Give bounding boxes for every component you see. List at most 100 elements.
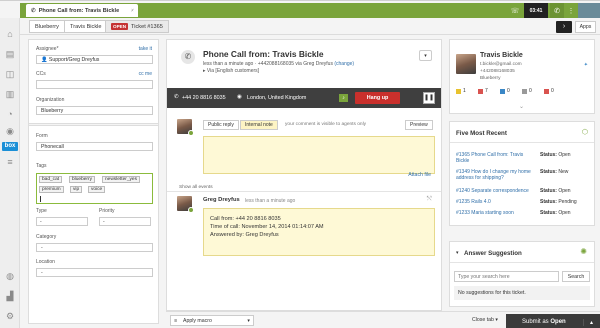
organization-field[interactable]: Blueberry xyxy=(36,106,153,115)
location-label: Location xyxy=(36,259,55,265)
public-reply-tab[interactable]: Public reply xyxy=(203,120,239,130)
ccs-field[interactable] xyxy=(36,80,153,89)
crumb-user[interactable]: Travis Bickle xyxy=(64,20,108,33)
close-tab-select[interactable]: Close tab ▾ xyxy=(472,315,498,326)
recent-ticket-link[interactable]: #1233 Maria starting soon xyxy=(456,210,534,216)
apps-grid-icon[interactable]: ⋮ xyxy=(564,3,578,18)
assignee-field[interactable]: 👤 Support/Greg Dreyfus xyxy=(36,55,153,64)
tag[interactable]: bad_cat xyxy=(39,176,63,183)
ticket-via-text: Via [English customers] xyxy=(206,68,260,74)
macro-icon: ≡ xyxy=(174,318,178,324)
stat-count: 7 xyxy=(485,88,488,94)
hang-up-button[interactable]: Hang up xyxy=(355,92,400,104)
reports-icon[interactable]: ◔ xyxy=(4,108,16,120)
comment-time: less than a minute ago xyxy=(245,198,296,204)
priority-select[interactable]: - xyxy=(99,217,151,226)
settings-icon[interactable]: ⚙ xyxy=(4,310,16,322)
ticket-options-button[interactable]: ▾ xyxy=(419,50,432,61)
form-select[interactable]: Phonecall xyxy=(36,142,153,151)
crumb-ticket-label: Ticket #1365 xyxy=(131,23,163,30)
phone-call-icon: ✆ xyxy=(181,50,195,64)
ticket-via: ▸ Via [English customers] xyxy=(203,68,259,74)
user-icon: 👤 xyxy=(41,57,49,63)
show-all-events-link[interactable]: Show all events xyxy=(179,185,213,190)
home-icon[interactable]: ⌂ xyxy=(4,28,16,40)
chevron-down-icon[interactable]: ⌄ xyxy=(519,103,524,110)
take-it-link[interactable]: take it xyxy=(139,46,152,52)
phone-status-icon[interactable]: ☏ xyxy=(508,3,522,18)
user-card: Travis Bickle t.bickle@gmail.com +442088… xyxy=(449,39,595,114)
mute-button[interactable]: ♪ xyxy=(339,94,348,102)
next-arrow-button[interactable]: › xyxy=(556,21,572,33)
search-button[interactable]: Search xyxy=(562,271,590,282)
divider xyxy=(167,191,441,192)
reporting-icon[interactable]: ▥ xyxy=(4,88,16,100)
box-app-icon[interactable]: box xyxy=(2,142,18,151)
stat-pending: 0 xyxy=(500,88,510,94)
chevron-down-icon: ▾ xyxy=(247,318,250,324)
stat-swatch xyxy=(544,88,549,94)
lightbulb-icon: ✺ xyxy=(580,247,587,256)
tag[interactable]: voice xyxy=(88,186,106,193)
collapse-icon[interactable]: ▾ xyxy=(456,250,459,256)
globe-icon[interactable]: ◍ xyxy=(4,270,16,282)
phone-icon-active[interactable]: ✆ xyxy=(550,3,564,18)
recent-ticket-link[interactable]: #1349 How do I change my home address fo… xyxy=(456,169,534,181)
type-select[interactable]: - xyxy=(36,217,88,226)
recent-ticket-link[interactable]: #1235 Rails 4.0 xyxy=(456,199,534,205)
empty-suggestions: No suggestions for this ticket. xyxy=(454,286,590,300)
tag-cursor xyxy=(40,196,41,202)
tag[interactable]: blueberry xyxy=(69,176,95,183)
status-value: Open xyxy=(558,188,571,194)
call-bar: ✆ +44 20 8816 8035 ◉ London, United King… xyxy=(167,88,441,108)
app-frame: ⌂ ▤ ◫ ▥ ◔ ◉ box ≡ ◍ ▟ ⚙ ✆ Phone Call fro… xyxy=(0,0,600,328)
tag[interactable]: newsletter_yes xyxy=(102,176,140,183)
change-link[interactable]: (change) xyxy=(334,61,354,67)
location-icon: ◉ xyxy=(237,94,242,100)
category-select[interactable]: - xyxy=(36,243,153,252)
submit-button[interactable]: Submit as Open ▴ xyxy=(506,314,600,328)
answer-search-input[interactable] xyxy=(454,271,559,282)
recent-ticket-link[interactable]: #1365 Phone Call from: Travis Bickle xyxy=(456,152,534,164)
recent-ticket-link[interactable]: #1240 Separate correspondence xyxy=(456,188,534,194)
merge-icon[interactable]: ⤲ xyxy=(427,196,432,203)
comment-textarea[interactable] xyxy=(203,136,435,174)
requester-org: Blueberry xyxy=(480,76,501,81)
crumb-organization[interactable]: Blueberry xyxy=(29,20,65,33)
preview-button[interactable]: Preview xyxy=(405,120,433,130)
stat-count: 0 xyxy=(507,88,510,94)
add-button[interactable]: + add xyxy=(116,6,142,15)
chat-icon[interactable]: ◉ xyxy=(4,125,16,137)
recent-ticket-status: Status: Open xyxy=(540,152,592,158)
apply-macro-select[interactable]: ≡ Apply macro ▾ xyxy=(170,315,254,326)
attach-file-link[interactable]: Attach file xyxy=(408,172,431,178)
tags-input[interactable]: bad_cat blueberry newsletter_yes premium… xyxy=(36,173,153,204)
recent-ticket-status: Status: New xyxy=(540,169,592,175)
status-label: Status: xyxy=(540,152,557,158)
customers-icon[interactable]: ◫ xyxy=(4,68,16,80)
form-label: Form xyxy=(36,133,48,139)
submit-label: Submit as Open xyxy=(522,319,566,325)
location-select[interactable]: - xyxy=(36,268,153,277)
stats-icon[interactable]: ▟ xyxy=(4,290,16,302)
chevron-up-icon[interactable]: ▴ xyxy=(582,318,593,326)
top-icons: ☏ 03:41 ✆ ⋮ xyxy=(508,3,600,18)
avatar[interactable] xyxy=(578,3,600,18)
twitter-icon[interactable]: ✦ xyxy=(584,62,588,68)
requester-name[interactable]: Travis Bickle xyxy=(480,52,523,59)
apps-button[interactable]: Apps xyxy=(575,21,596,33)
cc-me-link[interactable]: cc me xyxy=(139,71,152,77)
stat-count: 1 xyxy=(463,88,466,94)
tag[interactable]: vip xyxy=(70,186,83,193)
submit-status: Open xyxy=(550,319,566,325)
hold-button[interactable]: ❚❚ xyxy=(423,92,435,104)
stat-swatch xyxy=(500,88,505,94)
list-icon[interactable]: ≡ xyxy=(4,156,16,168)
tag[interactable]: premium xyxy=(39,186,64,193)
crumb-ticket[interactable]: OPEN Ticket #1365 xyxy=(105,20,169,33)
internal-note-tab[interactable]: Internal note xyxy=(240,120,278,130)
views-icon[interactable]: ▤ xyxy=(4,48,16,60)
divider xyxy=(450,262,594,263)
online-badge xyxy=(188,207,194,213)
note-hint: your comment is visible to agents only xyxy=(285,122,367,127)
